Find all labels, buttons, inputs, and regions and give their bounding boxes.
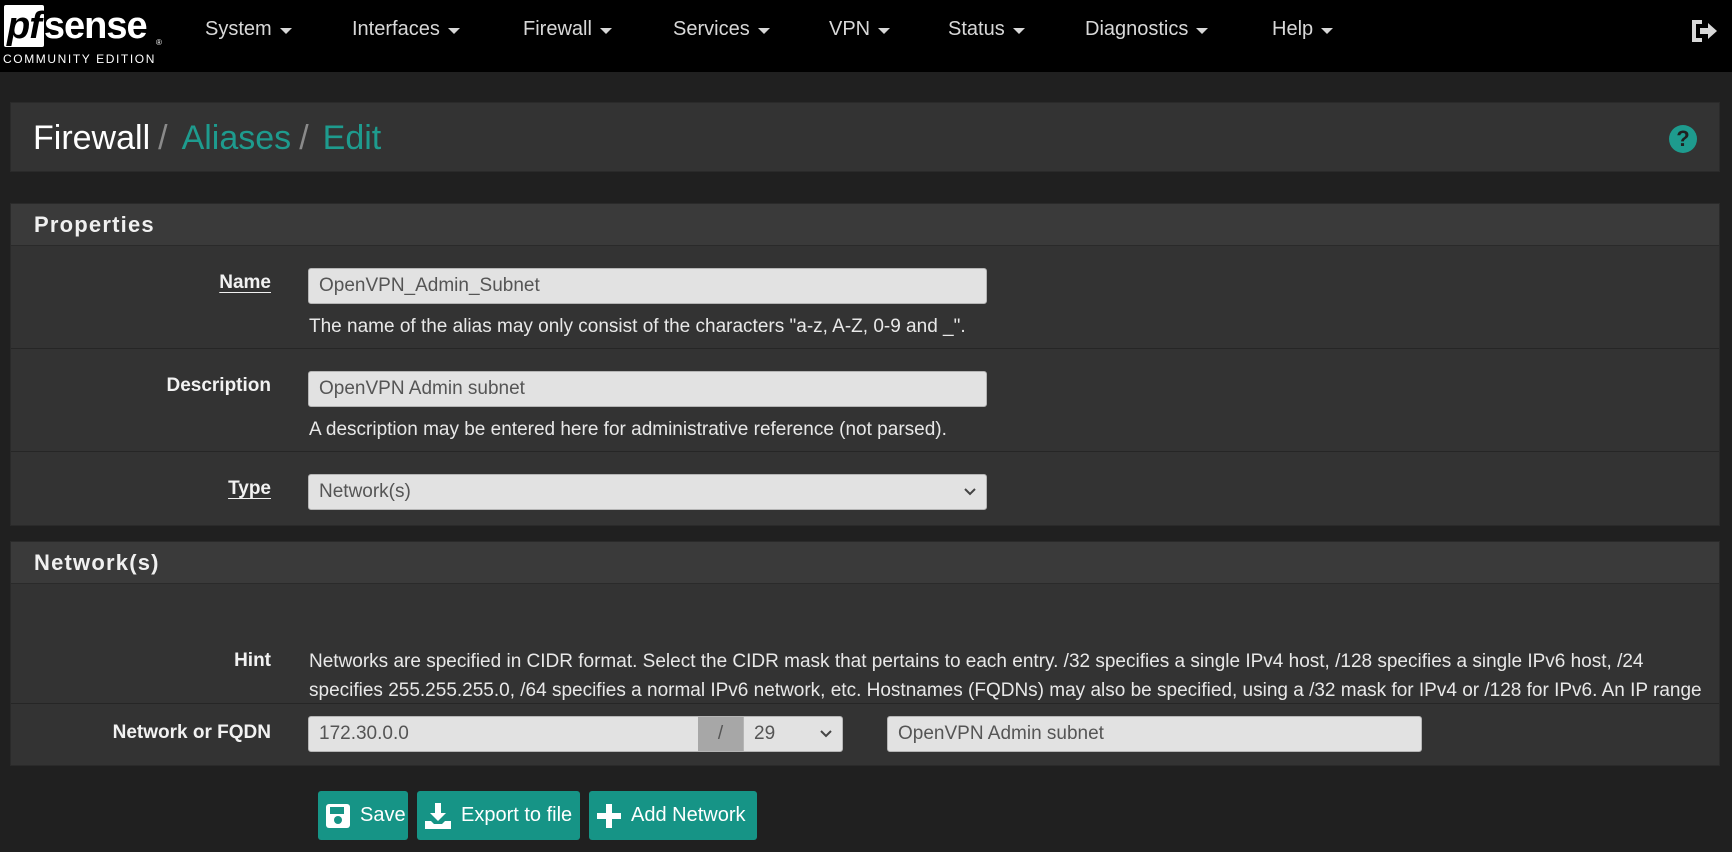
network-entry-label: Network or FQDN: [112, 722, 271, 743]
breadcrumb-aliases-link[interactable]: Aliases: [182, 119, 292, 158]
networks-heading: Network(s): [11, 542, 1719, 584]
caret-down-icon: [1012, 27, 1025, 34]
save-icon: [326, 803, 350, 828]
nav-item-system[interactable]: System: [205, 18, 292, 41]
nav-item-services[interactable]: Services: [673, 18, 770, 41]
breadcrumb: Firewall / Aliases / Edit: [33, 119, 381, 158]
add-network-button-label: Add Network: [631, 804, 746, 826]
pfsense-logo[interactable]: pfsense ® COMMUNITY EDITION: [2, 4, 164, 66]
breadcrumb-panel: Firewall / Aliases / Edit ?: [10, 102, 1720, 172]
sign-out-icon[interactable]: [1688, 18, 1718, 44]
breadcrumb-firewall: Firewall: [33, 119, 151, 157]
type-row: Type Network(s): [11, 452, 1719, 525]
name-help-text: The name of the alias may only consist o…: [309, 316, 966, 337]
network-description-input[interactable]: OpenVPN Admin subnet: [887, 716, 1422, 752]
question-circle-icon[interactable]: ?: [1669, 125, 1697, 153]
save-button[interactable]: Save: [318, 791, 408, 840]
type-label: Type: [228, 478, 271, 499]
nav-item-diagnostics[interactable]: Diagnostics: [1085, 18, 1209, 41]
caret-down-icon: [878, 27, 891, 34]
caret-down-icon: [757, 27, 770, 34]
nav-item-interfaces[interactable]: Interfaces: [352, 18, 460, 41]
description-input[interactable]: OpenVPN Admin subnet: [308, 371, 987, 407]
download-icon: [425, 802, 451, 829]
caret-down-icon: [1321, 27, 1334, 34]
description-help-text: A description may be entered here for ad…: [309, 419, 947, 440]
properties-panel: Properties Name OpenVPN_Admin_Subnet The…: [10, 203, 1720, 526]
caret-down-icon: [279, 27, 292, 34]
name-label: Name: [219, 272, 271, 293]
caret-down-icon: [447, 27, 460, 34]
logo-sense: sense: [43, 5, 148, 47]
save-button-label: Save: [360, 804, 406, 826]
type-select-value: Network(s): [319, 481, 411, 502]
description-label: Description: [166, 375, 271, 396]
nav-item-vpn[interactable]: VPN: [829, 18, 891, 41]
name-input[interactable]: OpenVPN_Admin_Subnet: [308, 268, 987, 304]
chevron-down-icon: [964, 488, 976, 496]
export-button-label: Export to file: [461, 804, 573, 826]
breadcrumb-separator: /: [299, 119, 309, 157]
plus-icon: [597, 803, 621, 828]
nav-item-firewall[interactable]: Firewall: [523, 18, 612, 41]
cidr-mask-value: 29: [754, 723, 776, 744]
logo-edition: COMMUNITY EDITION: [3, 52, 156, 66]
hint-row: Hint Networks are specified in CIDR form…: [11, 584, 1719, 730]
description-row: Description OpenVPN Admin subnet A descr…: [11, 349, 1719, 452]
breadcrumb-edit-link[interactable]: Edit: [323, 119, 382, 158]
caret-down-icon: [1196, 27, 1209, 34]
breadcrumb-separator: /: [158, 119, 168, 157]
networks-panel: Network(s) Hint Networks are specified i…: [10, 541, 1720, 766]
hint-label: Hint: [234, 650, 271, 671]
nav-item-status[interactable]: Status: [948, 18, 1025, 41]
nav-item-help[interactable]: Help: [1272, 18, 1334, 41]
name-row: Name OpenVPN_Admin_Subnet The name of th…: [11, 246, 1719, 349]
caret-down-icon: [599, 27, 612, 34]
export-to-file-button[interactable]: Export to file: [417, 791, 580, 840]
cidr-slash-addon: /: [698, 716, 743, 752]
cidr-mask-select[interactable]: 29: [743, 716, 843, 752]
network-entry-row: Network or FQDN 172.30.0.0 / 29 OpenVPN …: [11, 704, 1719, 765]
properties-heading: Properties: [11, 204, 1719, 246]
add-network-button[interactable]: Add Network: [589, 791, 757, 840]
logo-pf: pf: [4, 5, 44, 47]
network-address-input[interactable]: 172.30.0.0: [308, 716, 699, 752]
top-navbar: pfsense ® COMMUNITY EDITION System Inter…: [0, 0, 1732, 72]
type-select[interactable]: Network(s): [308, 474, 987, 510]
chevron-down-icon: [820, 730, 832, 738]
